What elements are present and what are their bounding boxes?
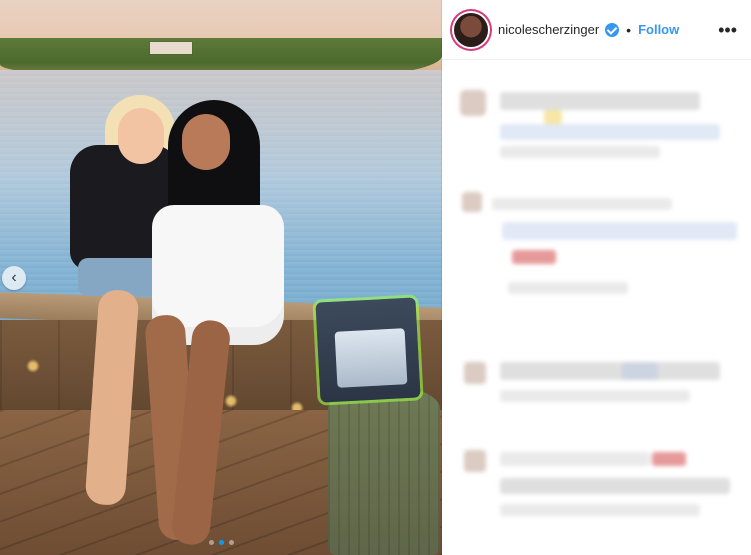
chevron-left-icon: ‹ <box>11 269 17 286</box>
follow-button[interactable]: Follow <box>638 22 679 37</box>
profile-header-text: nicolescherzinger • Follow <box>498 22 708 37</box>
comment-line <box>492 198 672 210</box>
comment-avatar <box>462 192 482 212</box>
comment-highlight <box>622 362 658 380</box>
comment-line <box>508 282 628 294</box>
comments-area[interactable] <box>442 60 751 555</box>
comment-highlight <box>512 250 556 264</box>
person-right-face <box>182 114 230 170</box>
comment-line <box>500 146 660 158</box>
person-left-face <box>118 108 164 164</box>
carousel-dot-active[interactable] <box>218 540 224 545</box>
post-header: nicolescherzinger • Follow ••• <box>442 0 751 60</box>
wood-post <box>328 385 440 555</box>
carousel-dot[interactable] <box>208 540 214 545</box>
comment-avatar <box>464 450 486 472</box>
comment-highlight <box>544 110 562 124</box>
comment-line <box>500 504 700 516</box>
comment-line <box>500 362 720 380</box>
verified-badge-icon <box>605 22 620 37</box>
comment-avatar <box>460 90 486 116</box>
comment-line <box>500 124 720 140</box>
post-sidebar: nicolescherzinger • Follow ••• <box>442 0 751 555</box>
profile-username[interactable]: nicolescherzinger <box>498 22 599 37</box>
comment-line <box>502 222 737 240</box>
separator-dot: • <box>626 21 632 38</box>
comment-highlight <box>652 452 686 466</box>
carousel-prev-button[interactable]: ‹ <box>2 266 26 290</box>
comment-line <box>500 478 730 494</box>
carousel-dot[interactable] <box>228 540 234 545</box>
profile-avatar[interactable] <box>454 12 488 47</box>
carousel-dots <box>0 540 442 545</box>
tote-bag-print <box>334 328 408 388</box>
more-options-icon[interactable]: ••• <box>718 21 737 39</box>
comment-line <box>500 452 650 466</box>
blurred-comments <box>452 72 744 542</box>
post-media[interactable]: ‹ <box>0 0 442 555</box>
comment-line <box>500 390 690 402</box>
background-house <box>150 42 192 54</box>
comment-line <box>500 92 700 110</box>
comment-avatar <box>464 362 486 384</box>
